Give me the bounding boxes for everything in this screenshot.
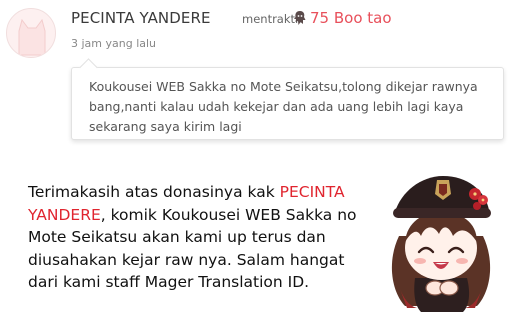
cat-avatar-icon <box>18 18 46 56</box>
message-bubble: Koukousei WEB Sakka no Mote Seikatsu,tol… <box>71 67 504 140</box>
boo-ghost-icon <box>294 11 306 25</box>
author-name[interactable]: PECINTA YANDERE <box>71 9 211 27</box>
thank-you-note: Terimakasih atas donasinya kak PECINTA Y… <box>28 181 368 294</box>
thanks-text-start: Terimakasih atas donasinya kak <box>28 183 280 201</box>
message-text: Koukousei WEB Sakka no Mote Seikatsu,tol… <box>89 79 478 134</box>
boo-amount: 75 Boo tao <box>310 9 392 27</box>
chibi-mascot-sticker <box>391 176 491 312</box>
timestamp: 3 jam yang lalu <box>71 37 157 50</box>
avatar[interactable] <box>6 8 56 58</box>
